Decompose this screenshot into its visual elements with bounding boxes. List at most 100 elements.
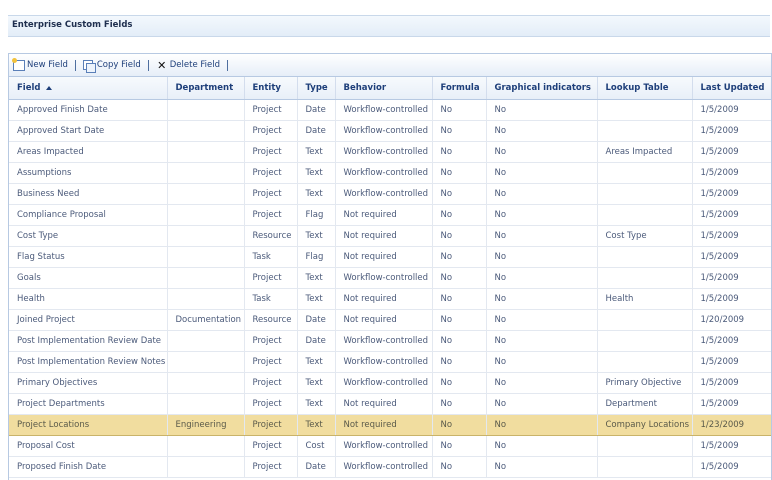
cell-field[interactable]: Project Departments [9,393,168,415]
table-row[interactable]: Compliance Proposal Project Flag Not requir… [9,204,771,226]
cell-field[interactable]: Post Implementation Review Notes [9,351,168,373]
cell-field[interactable]: Approved Start Date [9,120,168,142]
cell-entity: Project [244,456,298,478]
cell-field[interactable]: Primary Objectives [9,372,168,394]
cell-lookup-table [597,309,693,331]
cell-field[interactable]: Business Need [9,183,168,205]
cell-department [167,120,245,142]
new-field-button[interactable]: New Field [12,57,68,71]
cell-type: Text [297,183,336,205]
table-row[interactable]: Goals Project Text Workflow-controlled No No 1… [9,267,771,289]
cell-formula: No [432,351,487,373]
cell-field[interactable]: Flag Status [9,246,168,268]
table-row[interactable]: Project Departments Project Text Not requir… [9,393,771,415]
table-row[interactable]: Post Implementation Review Date Project Da… [9,330,771,352]
delete-field-button[interactable]: ✕ Delete Field [156,60,220,71]
cell-formula: No [432,225,487,247]
column-header-behavior[interactable]: Behavior [335,77,433,100]
cell-graphical-indicators: No [486,309,598,331]
table-row[interactable]: Proposed Finish Date Project Date Workflow-… [9,456,771,478]
cell-last-updated: 1/5/2009 [692,351,771,373]
table-body: Approved Finish Date Project Date Workflow-… [9,99,771,478]
column-header-type[interactable]: Type [297,77,336,100]
cell-behavior: Not required [335,225,433,247]
cell-entity: Project [244,183,298,205]
column-header-label: Type [305,83,328,93]
table-row[interactable]: Project Locations Engineering Project Text N… [9,414,771,436]
cell-graphical-indicators: No [486,330,598,352]
copy-field-label: Copy Field [96,60,141,70]
table-row[interactable]: Health Task Text Not required No No Health 1/5/… [9,288,771,310]
cell-field[interactable]: Cost Type [9,225,168,247]
cell-type: Text [297,141,336,163]
cell-field[interactable]: Areas Impacted [9,141,168,163]
column-header-lookup-table[interactable]: Lookup Table [597,77,693,100]
cell-field[interactable]: Goals [9,267,168,289]
column-header-formula[interactable]: Formula [432,77,487,100]
cell-field[interactable]: Project Locations [9,414,168,436]
cell-type: Date [297,330,336,352]
cell-formula: No [432,288,487,310]
cell-last-updated: 1/5/2009 [692,120,771,142]
cell-field[interactable]: Post Implementation Review Date [9,330,168,352]
cell-type: Text [297,225,336,247]
table-row[interactable]: Areas Impacted Project Text Workflow-contro… [9,141,771,163]
column-header-department[interactable]: Department [167,77,245,100]
cell-type: Text [297,372,336,394]
cell-graphical-indicators: No [486,225,598,247]
cell-last-updated: 1/5/2009 [692,99,771,121]
cell-field[interactable]: Approved Finish Date [9,99,168,121]
cell-department [167,288,245,310]
table-row[interactable]: Assumptions Project Text Workflow-controlle… [9,162,771,184]
cell-field[interactable]: Assumptions [9,162,168,184]
cell-graphical-indicators: No [486,141,598,163]
cell-last-updated: 1/5/2009 [692,204,771,226]
cell-last-updated: 1/5/2009 [692,183,771,205]
column-header-label: Entity [252,83,281,93]
column-header-field[interactable]: Field [9,77,168,100]
column-header-entity[interactable]: Entity [244,77,298,100]
cell-behavior: Workflow-controlled [335,351,433,373]
table-row[interactable]: Cost Type Resource Text Not required No No Cos… [9,225,771,247]
column-header-label: Lookup Table [605,83,669,93]
cell-graphical-indicators: No [486,288,598,310]
cell-behavior: Not required [335,393,433,415]
column-header-last-updated[interactable]: Last Updated [692,77,771,100]
cell-department [167,267,245,289]
cell-entity: Project [244,267,298,289]
table-row[interactable]: Proposal Cost Project Cost Workflow-control… [9,435,771,457]
table-row[interactable]: Primary Objectives Project Text Workflow-co… [9,372,771,394]
cell-behavior: Workflow-controlled [335,141,433,163]
table-row[interactable]: Joined Project Documentation Resource Date N… [9,309,771,331]
cell-field[interactable]: Joined Project [9,309,168,331]
cell-graphical-indicators: No [486,456,598,478]
cell-entity: Project [244,372,298,394]
cell-field[interactable]: Proposal Cost [9,435,168,457]
column-header-graphical-indicators[interactable]: Graphical indicators [486,77,598,100]
cell-last-updated: 1/5/2009 [692,267,771,289]
cell-department [167,204,245,226]
cell-lookup-table [597,330,693,352]
cell-field[interactable]: Proposed Finish Date [9,456,168,478]
copy-field-button[interactable]: Copy Field [82,59,141,73]
cell-formula: No [432,246,487,268]
delete-field-label: Delete Field [169,60,221,70]
cell-formula: No [432,99,487,121]
cell-formula: No [432,330,487,352]
column-header-label: Formula [440,83,480,93]
cell-type: Text [297,288,336,310]
table-row[interactable]: Business Need Project Text Workflow-control… [9,183,771,205]
sort-ascending-icon [46,85,53,90]
table-row[interactable]: Approved Finish Date Project Date Workflow-… [9,99,771,121]
table-row[interactable]: Approved Start Date Project Date Workflow-c… [9,120,771,142]
table-row[interactable]: Flag Status Task Flag Not required No No 1/5/2… [9,246,771,268]
cell-department [167,456,245,478]
cell-lookup-table [597,204,693,226]
cell-lookup-table: Primary Objective [597,372,693,394]
cell-field[interactable]: Compliance Proposal [9,204,168,226]
cell-lookup-table: Department [597,393,693,415]
cell-field[interactable]: Health [9,288,168,310]
table-row[interactable]: Post Implementation Review Notes Project T… [9,351,771,373]
cell-last-updated: 1/5/2009 [692,288,771,310]
cell-last-updated: 1/20/2009 [692,309,771,331]
